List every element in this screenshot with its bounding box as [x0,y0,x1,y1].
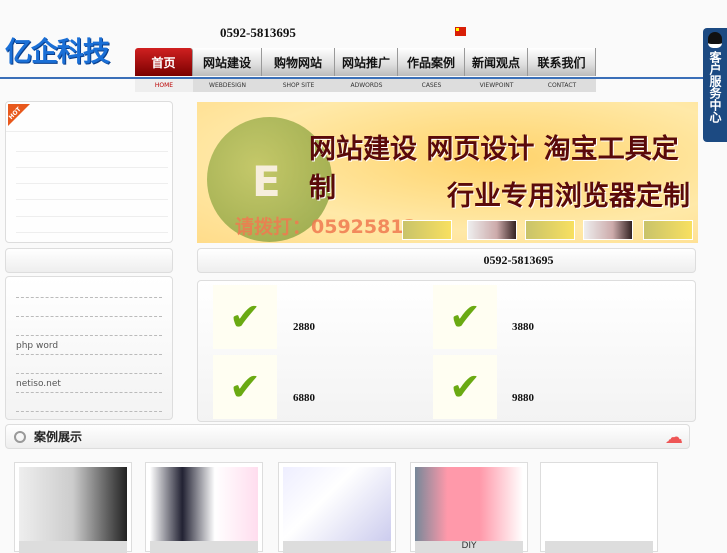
subnav-viewpoint[interactable]: VIEWPOINT [465,79,528,92]
list-item[interactable] [16,317,162,336]
customer-service-widget[interactable]: 客户服务中心 [703,28,727,142]
product-price: 6880 [293,392,315,404]
list-item[interactable] [16,279,162,298]
header-phone: 0592-5813695 [220,25,296,40]
product-price: 2880 [293,321,315,333]
nav-viewpoint[interactable]: 新闻观点 [465,48,528,76]
logo[interactable]: 亿企科技 [5,30,110,69]
banner-thumb[interactable] [467,220,517,240]
subnav-home[interactable]: HOME [135,79,193,92]
nav-webdesign[interactable]: 网站建设 [193,48,262,76]
subnav-contact[interactable]: CONTACT [528,79,596,92]
case-item[interactable]: DIY [410,462,528,553]
cloud-ornament-icon: ☁ [665,427,683,448]
subnav-cases[interactable]: CASES [398,79,465,92]
case-item[interactable] [145,462,263,553]
subnav-adwords[interactable]: ADWORDS [335,79,398,92]
customer-service-label: 客户服务中心 [708,51,722,123]
case-caption [283,541,391,553]
search-icon [14,430,26,443]
banner-line2: 行业专用浏览器定制 [447,181,690,212]
list-item[interactable] [16,355,162,374]
products-panel: ✔ 2880 ✔ 3880 ✔ 6880 ✔ 9880 [197,280,696,422]
banner-thumb[interactable] [402,220,452,240]
subnav-webdesign[interactable]: WEBDESIGN [193,79,262,92]
case-item[interactable] [540,462,658,553]
banner-thumb[interactable] [525,220,575,240]
hot-box: HOT [5,101,173,243]
subnav-shop-site[interactable]: SHOP SITE [262,79,335,92]
nav-home[interactable]: 首页 [135,48,193,76]
sub-nav: HOME WEBDESIGN SHOP SITE ADWORDS CASES V… [135,79,596,92]
cases-title: 案例展示 [34,430,83,444]
checkmark-icon[interactable]: ✔ [213,285,277,349]
product-price: 3880 [512,321,534,333]
e-logo-icon: E [252,157,281,206]
case-caption [19,541,127,553]
nav-cases[interactable]: 作品案例 [398,48,465,76]
news-list: php word netiso.net [5,276,173,420]
case-item[interactable] [14,462,132,553]
list-item[interactable] [16,298,162,317]
cases-header: 案例展示 ☁ [5,424,690,449]
nav-adwords[interactable]: 网站推广 [335,48,398,76]
nav-contact[interactable]: 联系我们 [528,48,596,76]
checkmark-icon[interactable]: ✔ [213,355,277,419]
left-header-bar [5,248,173,273]
case-caption: DIY [415,541,523,553]
banner[interactable]: E 网站建设 网页设计 淘宝工具定制 行业专用浏览器定制 请拨打：0592581… [197,102,698,243]
phone-bar: 0592-5813695 [197,248,696,273]
banner-call: 请拨打：05925813 [235,216,417,238]
list-item[interactable]: php word [16,336,162,355]
china-flag-icon[interactable] [455,27,466,36]
case-caption [545,541,653,553]
product-price: 9880 [512,392,534,404]
list-item[interactable]: netiso.net [16,374,162,393]
list-item[interactable] [16,393,162,412]
case-caption [150,541,258,553]
banner-thumb[interactable] [643,220,693,240]
main-nav: 首页 网站建设 购物网站 网站推广 作品案例 新闻观点 联系我们 [135,48,596,76]
checkmark-icon[interactable]: ✔ [433,355,497,419]
checkmark-icon[interactable]: ✔ [433,285,497,349]
qq-penguin-icon [708,32,722,48]
banner-thumb[interactable] [583,220,633,240]
case-item[interactable] [278,462,396,553]
nav-shop-site[interactable]: 购物网站 [262,48,335,76]
